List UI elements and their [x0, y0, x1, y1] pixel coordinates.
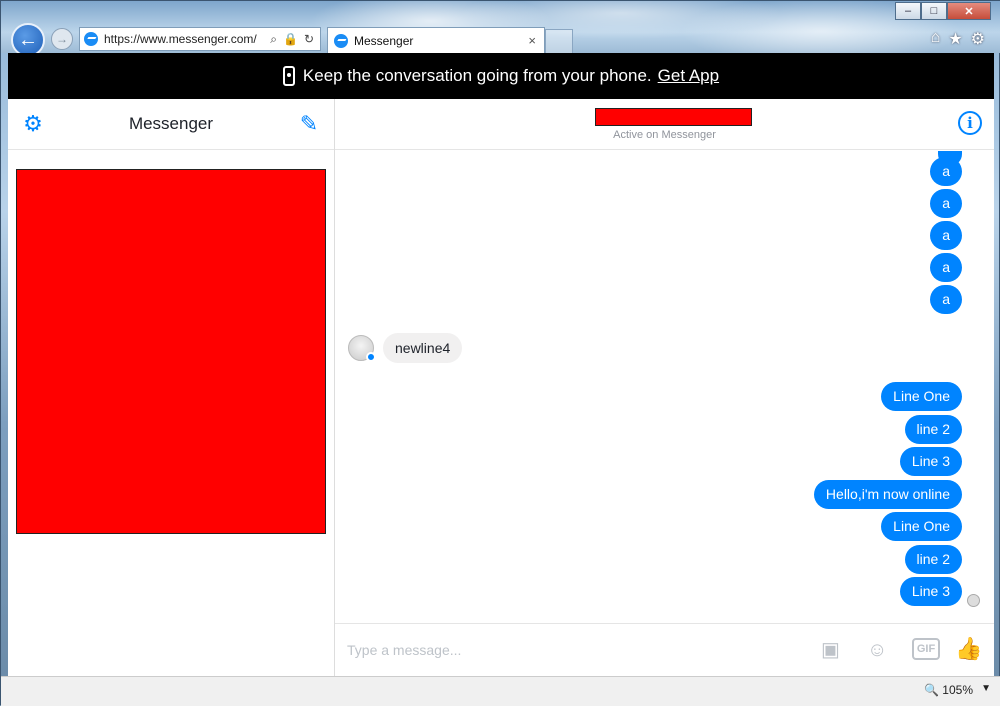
sidebar-title: Messenger	[128, 114, 214, 133]
message-bubble: a	[930, 221, 962, 250]
message-bubble: a	[930, 189, 962, 218]
message-composer: ▣ ☺ GIF 👍	[335, 623, 994, 676]
zoom-value: 105%	[942, 683, 973, 697]
banner-text: Keep the conversation going from your ph…	[302, 66, 652, 85]
messenger-tab-icon	[334, 33, 348, 48]
get-app-banner: Keep the conversation going from your ph…	[8, 53, 994, 99]
tab-close-icon[interactable]: ×	[528, 33, 536, 48]
tab-messenger[interactable]: Messenger ×	[327, 27, 545, 53]
new-tab-button[interactable]	[545, 29, 573, 53]
lock-icon[interactable]: 🔒	[283, 32, 298, 47]
status-bar: 🔍 105% ▼	[1, 676, 1000, 706]
back-button[interactable]: ←	[11, 23, 45, 57]
message-input[interactable]	[345, 638, 745, 662]
seen-avatar-icon	[967, 594, 980, 607]
message-bubble: a	[930, 253, 962, 282]
phone-icon	[282, 66, 295, 86]
info-icon[interactable]: i	[958, 111, 982, 135]
message-bubble: a	[930, 157, 962, 186]
browser-tools: ⌂ ★ ⚙	[931, 29, 985, 49]
address-bar[interactable]: https://www.messenger.com/ ⌕ 🔒 ↻	[79, 27, 321, 51]
conversation-sidebar: ⚙ Messenger ✎	[8, 99, 335, 676]
home-icon[interactable]: ⌂	[931, 29, 941, 49]
browser-window: – □ ✕ ← → https://www.messenger.com/ ⌕ 🔒…	[0, 0, 1000, 706]
chat-header: Active on Messenger i	[335, 99, 994, 150]
message-bubble: Line One	[881, 382, 962, 411]
compose-icon[interactable]: ✎	[296, 111, 322, 137]
message-list: a a a a a newline4 Line One line 2 Line …	[335, 151, 994, 623]
favorites-star-icon[interactable]: ★	[948, 29, 962, 49]
forward-button[interactable]: →	[51, 28, 73, 50]
messenger-badge-icon	[366, 352, 376, 362]
close-window-button[interactable]: ✕	[947, 2, 991, 20]
contact-avatar[interactable]	[348, 335, 376, 362]
messenger-favicon-icon	[84, 32, 98, 46]
emoji-icon[interactable]: ☺	[867, 637, 887, 663]
sidebar-header: ⚙ Messenger ✎	[8, 99, 334, 150]
settings-gear-icon[interactable]: ⚙	[971, 29, 985, 49]
message-bubble: line 2	[904, 545, 962, 574]
zoom-dropdown-icon[interactable]: ▼	[981, 683, 991, 694]
page-content: Keep the conversation going from your ph…	[8, 53, 994, 676]
message-bubble: line 2	[904, 415, 962, 444]
like-icon[interactable]: 👍	[955, 636, 982, 662]
window-controls: – □ ✕	[895, 2, 991, 20]
chat-panel: Active on Messenger i a a a a a newline4…	[335, 99, 994, 676]
message-bubble: Line One	[881, 512, 962, 541]
zoom-level[interactable]: 🔍 105%	[924, 683, 973, 697]
incoming-message-bubble: newline4	[383, 333, 463, 363]
get-app-link[interactable]: Get App	[658, 66, 719, 86]
search-icon[interactable]: ⌕	[270, 32, 277, 47]
minimize-button[interactable]: –	[895, 2, 921, 20]
redacted-contact-name	[595, 108, 752, 126]
message-bubble: Line 3	[899, 447, 962, 476]
message-bubble: Hello,i'm now online	[813, 480, 962, 509]
message-bubble: Line 3	[899, 577, 962, 606]
gif-button[interactable]: GIF	[912, 638, 940, 660]
url-text[interactable]: https://www.messenger.com/	[104, 32, 270, 46]
photo-icon[interactable]: ▣	[821, 637, 840, 663]
active-status: Active on Messenger	[613, 129, 716, 141]
refresh-icon[interactable]: ↻	[304, 32, 314, 47]
maximize-button[interactable]: □	[921, 2, 947, 20]
message-bubble: a	[930, 285, 962, 314]
tab-title: Messenger	[354, 33, 414, 48]
redacted-conversation-list	[16, 169, 326, 534]
settings-icon[interactable]: ⚙	[20, 111, 46, 137]
